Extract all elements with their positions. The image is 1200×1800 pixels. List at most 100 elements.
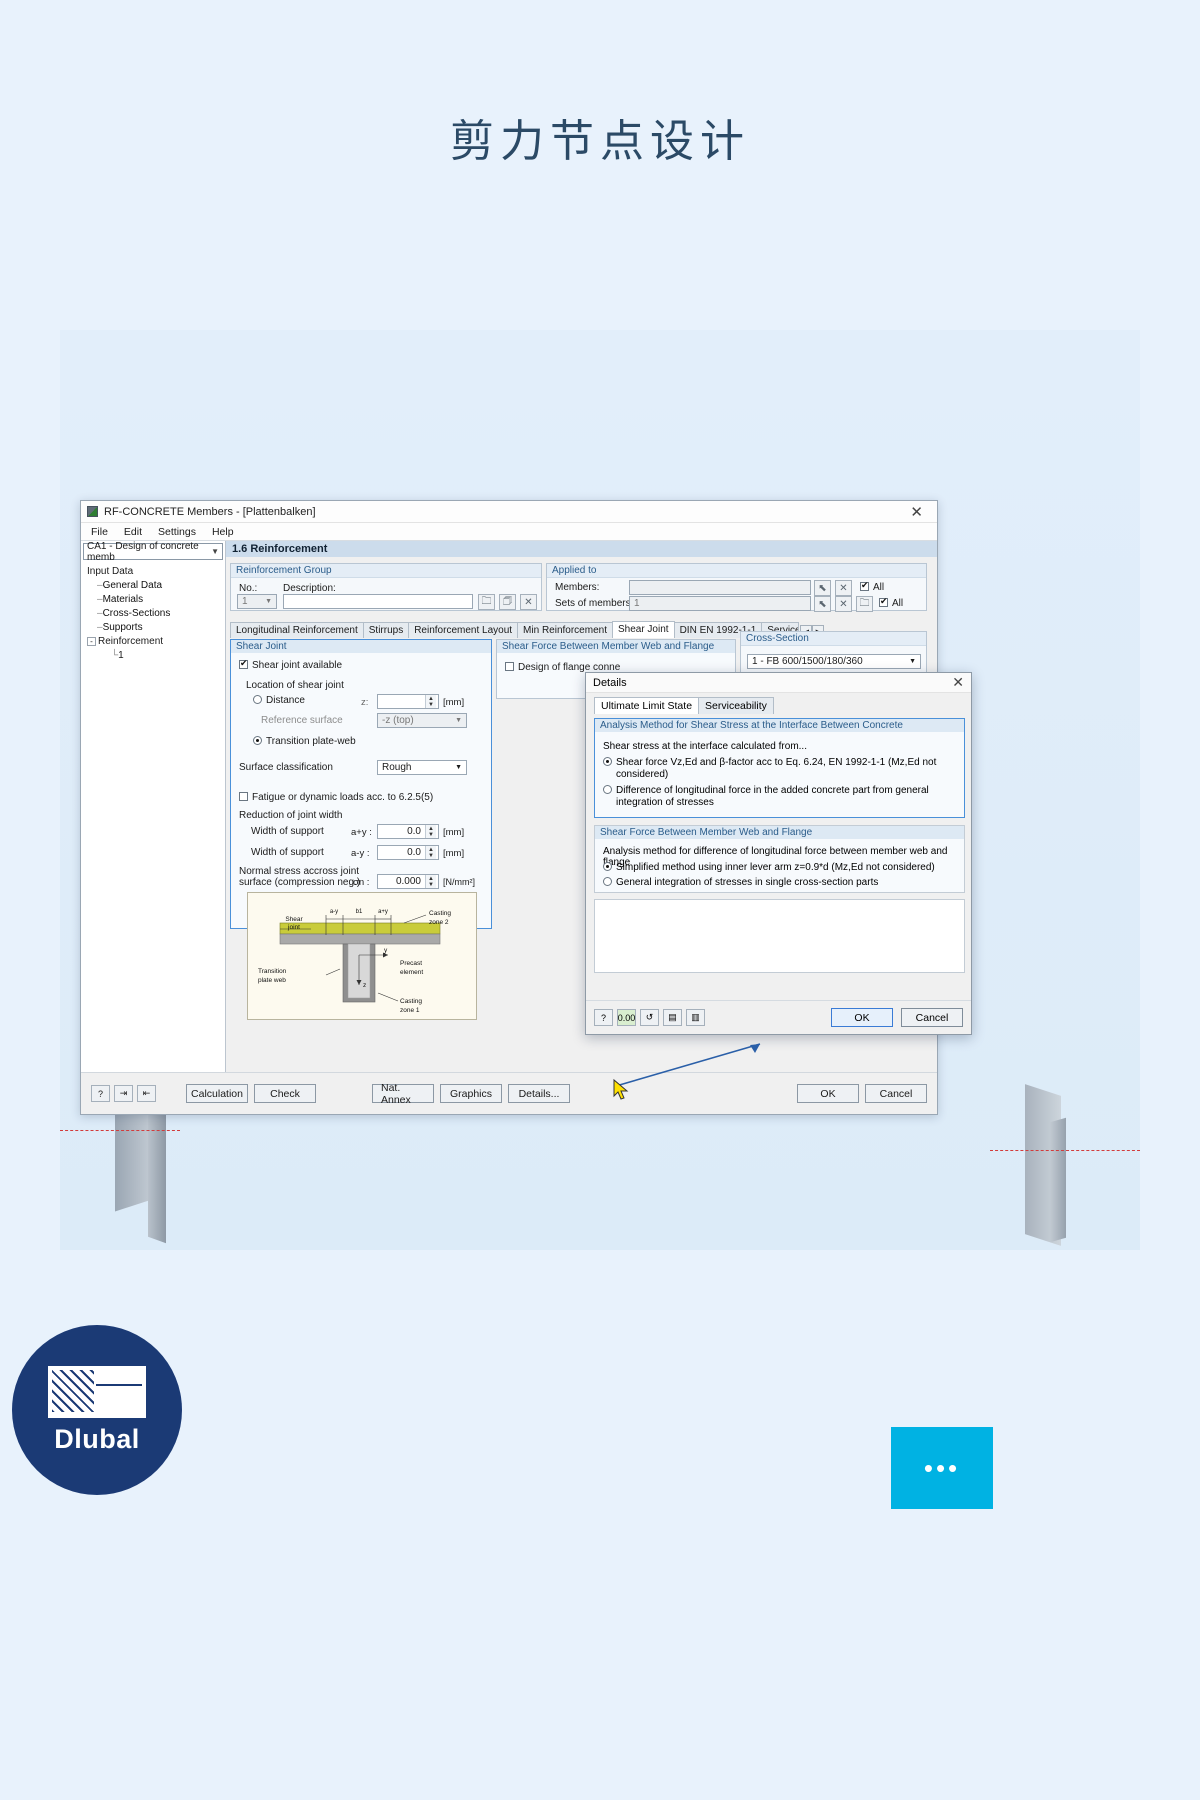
app-icon [87, 506, 98, 517]
svg-text:Casting: Casting [429, 910, 451, 917]
clear-sets-button[interactable]: ✕ [835, 596, 852, 612]
section-header: 1.6 Reinforcement [226, 541, 937, 557]
tab-ultimate-limit-state[interactable]: Ultimate Limit State [594, 697, 700, 714]
design-case-combo[interactable]: CA1 - Design of concrete memb ▼ [83, 540, 223, 563]
ok-button[interactable]: OK [797, 1084, 859, 1103]
tree-item-reinforcement[interactable]: - Reinforcement [85, 635, 221, 649]
units-icon[interactable]: 0.00 [617, 1009, 636, 1026]
tab-longitudinal-reinforcement[interactable]: Longitudinal Reinforcement [230, 622, 364, 638]
normal-stress-input[interactable]: 0.000 ▲ ▼ [377, 874, 439, 889]
members-input[interactable] [629, 580, 811, 595]
reinforcement-no-combo[interactable]: 1 ▼ [237, 594, 277, 609]
web-flange-option-simplified[interactable]: Simplified method using inner lever arm … [603, 862, 935, 873]
help-icon[interactable]: ? [594, 1009, 613, 1026]
reinforcement-group-box: Reinforcement Group No.: Description: 1 … [230, 563, 542, 611]
surface-classification-combo[interactable]: Rough ▼ [377, 760, 467, 775]
analysis-option-shear-force[interactable]: Shear force Vz,Ed and β-factor acc to Eq… [603, 757, 959, 781]
svg-text:a+y: a+y [378, 909, 388, 915]
sets-all-checkbox[interactable]: All [879, 596, 904, 609]
location-label: Location of shear joint [246, 680, 344, 691]
details-title: Details [593, 676, 627, 689]
stepper-icon[interactable]: ▲ ▼ [425, 695, 436, 708]
svg-text:element: element [400, 969, 423, 976]
z-input[interactable]: ▲ ▼ [377, 694, 439, 709]
copy-group-button[interactable]: 🗇 [499, 594, 516, 610]
calculation-button[interactable]: Calculation [186, 1084, 248, 1103]
cancel-button[interactable]: Cancel [865, 1084, 927, 1103]
chevron-down-icon: ▼ [265, 598, 272, 605]
undo-icon[interactable]: ↺ [640, 1009, 659, 1026]
svg-text:Precast: Precast [400, 960, 422, 967]
design-case-value: CA1 - Design of concrete memb [87, 540, 199, 563]
window-footer: ? ⇥ ⇤ Calculation Check Nat. Annex Graph… [81, 1072, 937, 1114]
tree-item-supports[interactable]: Supports [85, 621, 221, 635]
chevron-down-icon: ▼ [455, 717, 462, 724]
members-all-label: All [873, 582, 885, 593]
menu-file[interactable]: File [91, 526, 108, 538]
tree-item-general-data[interactable]: General Data [85, 579, 221, 593]
reference-surface-combo[interactable]: -z (top) ▼ [377, 713, 467, 728]
tab-reinforcement-layout[interactable]: Reinforcement Layout [408, 622, 519, 638]
tab-stirrups[interactable]: Stirrups [362, 622, 410, 638]
tab-shear-joint[interactable]: Shear Joint [611, 621, 675, 638]
collapse-icon[interactable]: - [87, 637, 96, 646]
save-defaults-icon[interactable]: ▥ [686, 1009, 705, 1026]
cross-section-combo[interactable]: 1 - FB 600/1500/180/360 ▼ [747, 654, 921, 669]
details-ok-button[interactable]: OK [831, 1008, 893, 1027]
menu-settings[interactable]: Settings [158, 526, 196, 538]
tree-item-input-data[interactable]: Input Data [85, 565, 221, 579]
width-support-neg-input[interactable]: 0.0 ▲ ▼ [377, 845, 439, 860]
check-button[interactable]: Check [254, 1084, 316, 1103]
export-icon[interactable]: ⇤ [137, 1085, 156, 1102]
transition-plate-web-radio[interactable]: Transition plate-web [253, 736, 356, 747]
dlubal-logo: Dlubal [12, 1325, 182, 1495]
stepper-icon[interactable]: ▲ ▼ [425, 846, 436, 859]
tree-item-cross-sections[interactable]: Cross-Sections [85, 607, 221, 621]
more-options-button[interactable]: ••• [891, 1427, 993, 1509]
checkbox-icon [505, 662, 514, 671]
new-set-button[interactable]: 🗀 [856, 596, 873, 612]
shear-joint-available-checkbox[interactable]: Shear joint available [239, 658, 342, 671]
stepper-icon[interactable]: ▲ ▼ [425, 825, 436, 838]
web-flange-option-general[interactable]: General integration of stresses in singl… [603, 877, 878, 888]
members-all-checkbox[interactable]: All [860, 580, 885, 593]
close-icon[interactable]: ✕ [952, 674, 964, 691]
width-support-pos-input[interactable]: 0.0 ▲ ▼ [377, 824, 439, 839]
close-icon[interactable]: ✕ [902, 503, 931, 521]
nat-annex-button[interactable]: Nat. Annex [372, 1082, 434, 1106]
delete-group-button[interactable]: ✕ [520, 594, 537, 610]
svg-text:z: z [363, 982, 366, 989]
chevron-down-icon: ▼ [211, 547, 219, 556]
analysis-option-difference-line1: Difference of longitudinal force in the … [616, 785, 929, 796]
clear-members-button[interactable]: ✕ [835, 580, 852, 596]
tree-item-reinforcement-1[interactable]: 1 [85, 649, 221, 663]
description-input[interactable] [283, 594, 473, 609]
details-cancel-button[interactable]: Cancel [901, 1008, 963, 1027]
analysis-method-intro: Shear stress at the interface calculated… [603, 741, 807, 752]
tab-serviceability[interactable]: Serviceability [698, 697, 774, 714]
menu-edit[interactable]: Edit [124, 526, 142, 538]
analysis-option-difference[interactable]: Difference of longitudinal force in the … [603, 785, 959, 809]
tree-item-materials[interactable]: Materials [85, 593, 221, 607]
import-icon[interactable]: ⇥ [114, 1085, 133, 1102]
distance-radio[interactable]: Distance [253, 695, 305, 706]
width-support-neg-value: 0.0 [407, 847, 421, 858]
analysis-option-difference-line2: integration of stresses [616, 797, 714, 808]
window-title: RF-CONCRETE Members - [Plattenbalken] [104, 505, 316, 518]
help-icon[interactable]: ? [91, 1085, 110, 1102]
sets-all-label: All [892, 598, 904, 609]
new-group-button[interactable]: 🗀 [478, 594, 495, 610]
tab-min-reinforcement[interactable]: Min Reinforcement [517, 622, 613, 638]
axis-line-right [990, 1150, 1140, 1151]
stepper-icon[interactable]: ▲ ▼ [425, 875, 436, 888]
surface-classification-label: Surface classification [239, 762, 333, 773]
details-button[interactable]: Details... [508, 1084, 570, 1103]
graphics-button[interactable]: Graphics [440, 1084, 502, 1103]
fatigue-checkbox[interactable]: Fatigue or dynamic loads acc. to 6.2.5(5… [239, 792, 433, 803]
pick-sets-button[interactable]: ⬉ [814, 596, 831, 612]
pick-members-button[interactable]: ⬉ [814, 580, 831, 596]
menu-help[interactable]: Help [212, 526, 234, 538]
svg-text:y: y [384, 947, 388, 954]
sets-input[interactable]: 1 [629, 596, 811, 611]
load-defaults-icon[interactable]: ▤ [663, 1009, 682, 1026]
